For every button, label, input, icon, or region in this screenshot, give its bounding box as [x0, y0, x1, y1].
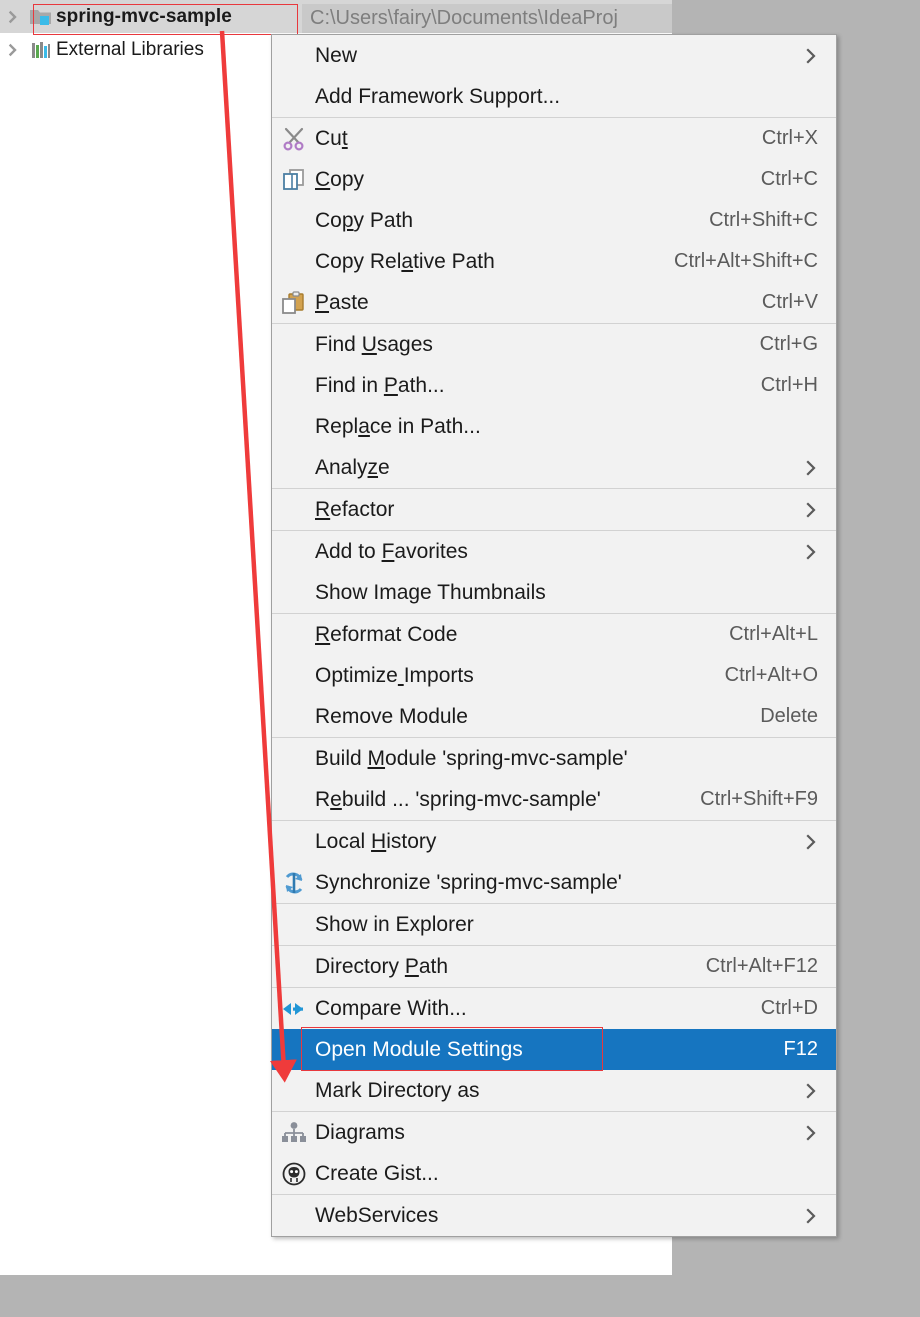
menu-item-mark-directory-as[interactable]: Mark Directory as: [272, 1070, 836, 1111]
menu-item-reformat-code[interactable]: Reformat Code Ctrl+Alt+L: [272, 614, 836, 655]
menu-item-label: Synchronize 'spring-mvc-sample': [315, 870, 622, 894]
paste-icon: [272, 290, 315, 315]
menu-item-label: New: [315, 43, 358, 67]
menu-item-refactor[interactable]: Refactor: [272, 489, 836, 530]
menu-item-label: Show Image Thumbnails: [315, 580, 546, 604]
project-context-menu[interactable]: New Add Framework Support... Cut Ctrl+X Copy…: [271, 34, 837, 1237]
menu-item-shortcut: F12: [783, 1038, 818, 1060]
copy-icon: [272, 168, 315, 192]
menu-item-label: Add to Favorites: [315, 539, 468, 563]
menu-item-shortcut: Ctrl+X: [761, 127, 818, 149]
libraries-icon: [26, 40, 56, 60]
menu-item-find-usages[interactable]: Find Usages Ctrl+G: [272, 324, 836, 365]
chevron-right-icon[interactable]: [794, 543, 836, 561]
menu-item-label: Remove Module: [315, 704, 468, 728]
menu-item-show-in-explorer[interactable]: Show in Explorer: [272, 904, 836, 945]
chevron-right-icon[interactable]: [794, 501, 836, 519]
menu-item-local-history[interactable]: Local History: [272, 821, 836, 862]
menu-item-label: Mark Directory as: [315, 1078, 480, 1102]
menu-item-directory-path[interactable]: Directory Path Ctrl+Alt+F12: [272, 946, 836, 987]
menu-item-label: Cut: [315, 126, 348, 150]
menu-item-shortcut: Ctrl+Alt+L: [729, 623, 818, 645]
chevron-right-icon[interactable]: [794, 1124, 836, 1142]
chevron-right-icon[interactable]: [794, 833, 836, 851]
project-path-tooltip: C:\Users\fairy\Documents\IdeaProj: [302, 4, 672, 33]
menu-item-shortcut: Ctrl+Alt+Shift+C: [674, 250, 818, 272]
chevron-right-icon[interactable]: [794, 1207, 836, 1225]
menu-item-cut[interactable]: Cut Ctrl+X: [272, 118, 836, 159]
menu-item-create-gist[interactable]: Create Gist...: [272, 1153, 836, 1194]
menu-item-shortcut: Ctrl+G: [759, 333, 818, 355]
menu-item-label: Directory Path: [315, 954, 449, 978]
menu-item-label: Local History: [315, 829, 437, 853]
menu-item-find-in-path[interactable]: Find in Path... Ctrl+H: [272, 365, 836, 406]
menu-item-label: Rebuild ... 'spring-mvc-sample': [315, 787, 601, 811]
menu-item-label: Refactor: [315, 497, 395, 521]
menu-item-shortcut: Ctrl+V: [761, 291, 818, 313]
menu-item-label: Compare With...: [315, 996, 467, 1020]
menu-item-label: Replace in Path...: [315, 414, 481, 438]
menu-item-shortcut: Ctrl+Shift+C: [709, 209, 818, 231]
menu-item-shortcut: Ctrl+H: [760, 374, 818, 396]
menu-item-shortcut: Ctrl+D: [760, 997, 818, 1019]
menu-item-build-module-spring-mvc-sample[interactable]: Build Module 'spring-mvc-sample': [272, 738, 836, 779]
menu-item-copy-path[interactable]: Copy Path Ctrl+Shift+C: [272, 200, 836, 241]
menu-item-label: Open Module Settings: [315, 1037, 523, 1061]
menu-item-label: WebServices: [315, 1203, 439, 1227]
menu-item-replace-in-path[interactable]: Replace in Path...: [272, 406, 836, 447]
menu-item-label: Create Gist...: [315, 1161, 439, 1185]
tree-item-label: External Libraries: [56, 38, 204, 60]
menu-item-copy[interactable]: Copy Ctrl+C: [272, 159, 836, 200]
menu-item-show-image-thumbnails[interactable]: Show Image Thumbnails: [272, 572, 836, 613]
diagrams-icon: [272, 1121, 315, 1145]
menu-item-label: Diagrams: [315, 1120, 405, 1144]
chevron-right-icon[interactable]: [794, 47, 836, 65]
menu-item-label: Optimize Imports: [315, 663, 474, 687]
menu-item-compare-with[interactable]: Compare With... Ctrl+D: [272, 988, 836, 1029]
menu-item-rebuild-spring-mvc-sample[interactable]: Rebuild ... 'spring-mvc-sample' Ctrl+Shif…: [272, 779, 836, 820]
menu-item-label: Paste: [315, 290, 369, 314]
synchronize-icon: [272, 871, 315, 895]
menu-item-label: Copy Path: [315, 208, 414, 232]
menu-item-shortcut: Ctrl+Alt+F12: [705, 955, 818, 977]
scissors-icon: [272, 127, 315, 151]
menu-item-shortcut: Delete: [760, 705, 818, 727]
menu-item-synchronize-spring-mvc-sample[interactable]: Synchronize 'spring-mvc-sample': [272, 862, 836, 903]
menu-item-remove-module[interactable]: Remove Module Delete: [272, 696, 836, 737]
menu-item-label: Show in Explorer: [315, 912, 474, 936]
menu-item-shortcut: Ctrl+C: [760, 168, 818, 190]
menu-item-open-module-settings[interactable]: Open Module Settings F12: [272, 1027, 836, 1071]
menu-item-new[interactable]: New: [272, 35, 836, 76]
compare-icon: [272, 997, 315, 1021]
menu-item-optimize-imports[interactable]: Optimize Imports Ctrl+Alt+O: [272, 655, 836, 696]
menu-item-label: Reformat Code: [315, 622, 458, 646]
menu-item-add-to-favorites[interactable]: Add to Favorites: [272, 531, 836, 572]
menu-item-copy-relative-path[interactable]: Copy Relative Path Ctrl+Alt+Shift+C: [272, 241, 836, 282]
menu-item-webservices[interactable]: WebServices: [272, 1195, 836, 1236]
menu-item-label: Build Module 'spring-mvc-sample': [315, 746, 628, 770]
menu-item-label: Add Framework Support...: [315, 84, 561, 108]
menu-item-label: Find in Path...: [315, 373, 445, 397]
menu-item-add-framework-support[interactable]: Add Framework Support...: [272, 76, 836, 117]
module-folder-icon: [26, 7, 56, 27]
menu-item-paste[interactable]: Paste Ctrl+V: [272, 282, 836, 323]
chevron-right-icon[interactable]: [0, 10, 26, 24]
github-octocat-icon: [272, 1162, 315, 1186]
menu-item-shortcut: Ctrl+Alt+O: [724, 664, 818, 686]
menu-item-label: Copy Relative Path: [315, 249, 495, 273]
chevron-right-icon[interactable]: [0, 43, 26, 57]
menu-item-label: Analyze: [315, 455, 390, 479]
menu-item-diagrams[interactable]: Diagrams: [272, 1112, 836, 1153]
chevron-right-icon[interactable]: [794, 1082, 836, 1100]
menu-item-label: Find Usages: [315, 332, 433, 356]
tree-item-label: spring-mvc-sample: [56, 5, 232, 27]
menu-item-shortcut: Ctrl+Shift+F9: [700, 788, 818, 810]
menu-item-label: Copy: [315, 167, 365, 191]
menu-item-analyze[interactable]: Analyze: [272, 447, 836, 488]
chevron-right-icon[interactable]: [794, 459, 836, 477]
